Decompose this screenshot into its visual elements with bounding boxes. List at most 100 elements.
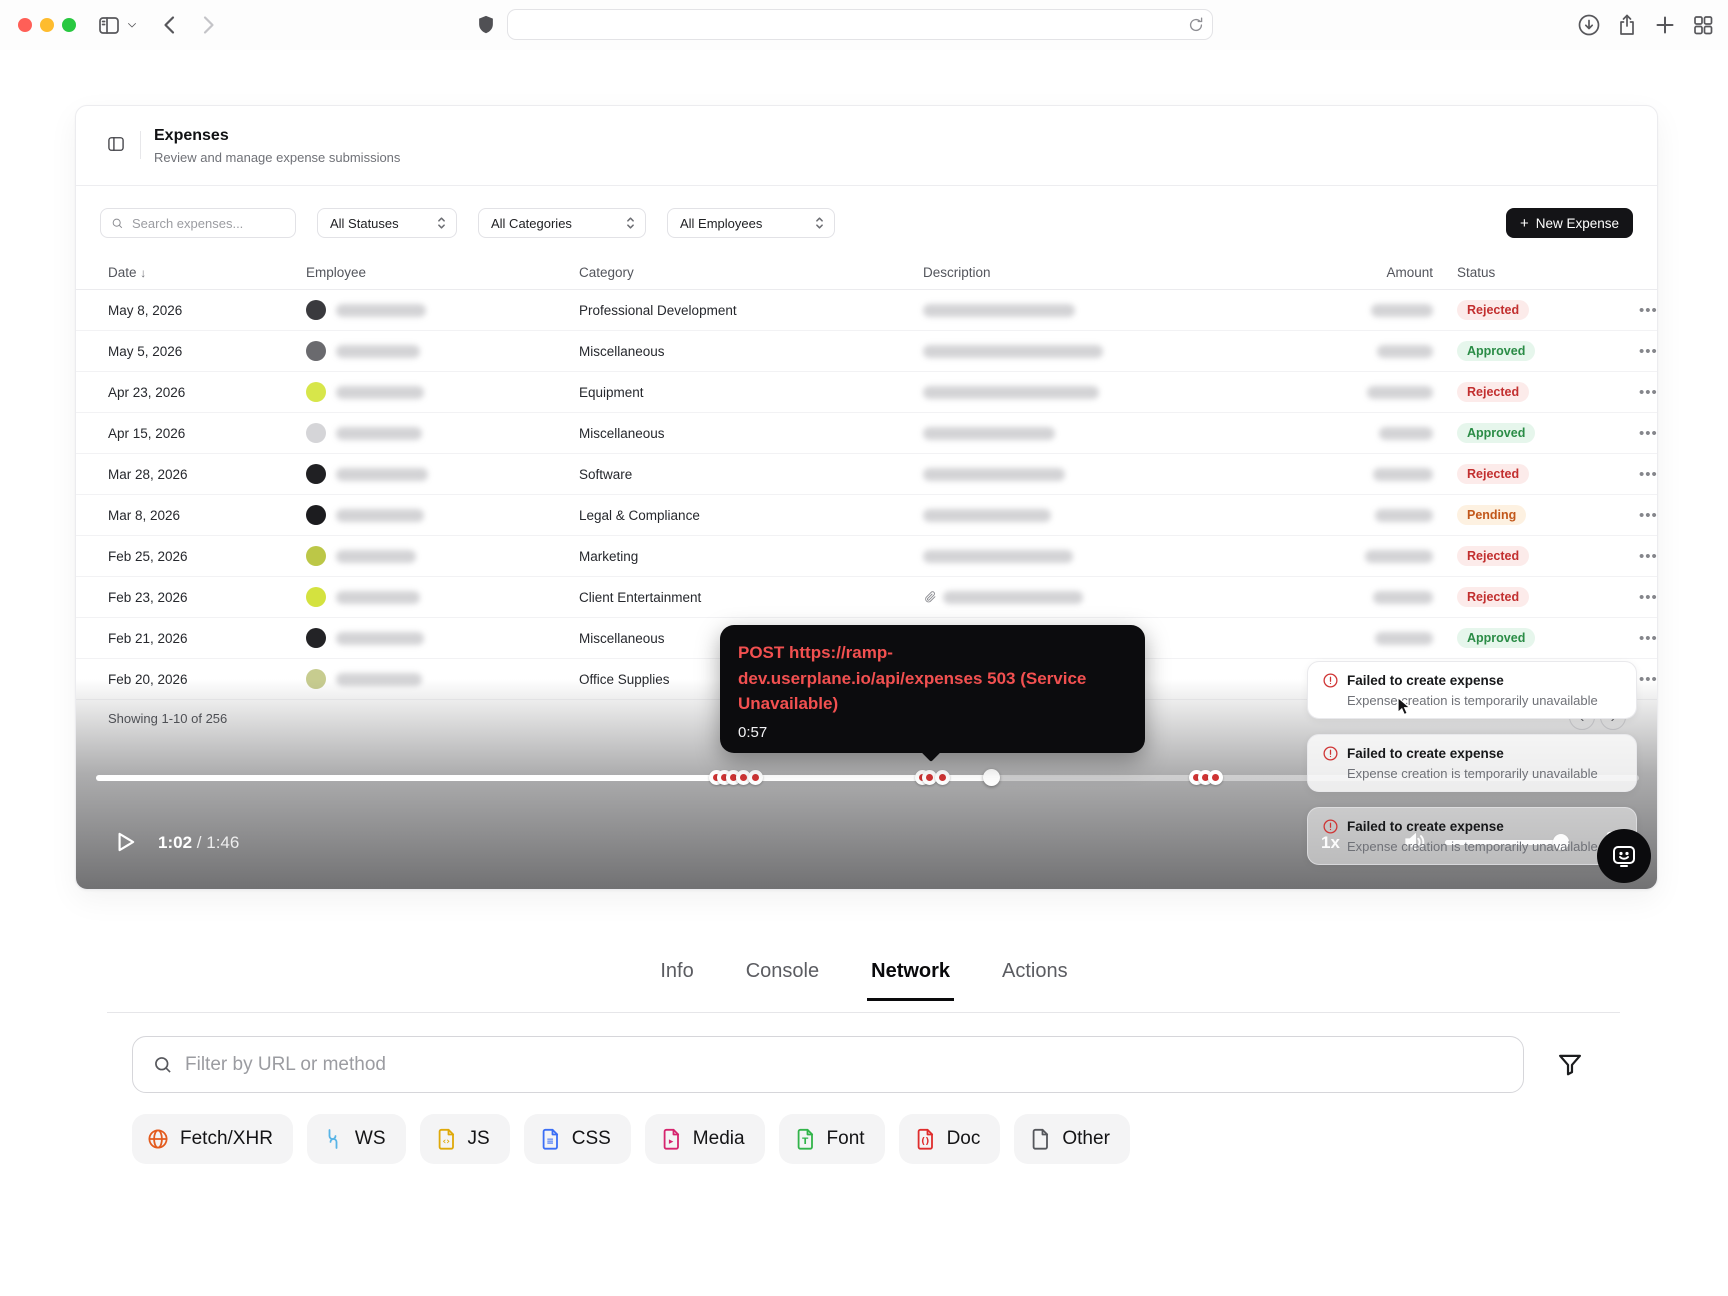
redacted-description	[923, 550, 1073, 563]
employee-filter-select[interactable]: All Employees	[667, 208, 835, 238]
tab-overview-icon[interactable]	[1691, 13, 1715, 37]
panel-toggle-icon[interactable]	[106, 134, 126, 154]
redacted-amount	[1371, 304, 1433, 317]
chevron-down-icon[interactable]	[126, 18, 138, 30]
back-icon[interactable]	[158, 13, 182, 37]
resource-type-chip[interactable]: T Font	[779, 1114, 885, 1164]
cell-category: Client Entertainment	[579, 590, 923, 605]
table-row[interactable]: Apr 15, 2026 Miscellaneous	[76, 413, 1657, 454]
row-menu-button[interactable]: •••	[1639, 302, 1658, 319]
traffic-light-zoom[interactable]	[62, 18, 76, 32]
replay-brand-badge[interactable]	[1597, 829, 1651, 883]
toast-title: Failed to create expense	[1347, 746, 1504, 761]
header-divider	[140, 131, 141, 159]
sidebar-icon[interactable]	[97, 13, 121, 37]
error-event-marker[interactable]	[1208, 770, 1223, 785]
column-header-status[interactable]: Status	[1433, 265, 1639, 280]
page-title: Expenses	[154, 127, 229, 145]
row-menu-button[interactable]: •••	[1639, 548, 1658, 565]
redacted-description	[923, 509, 1051, 522]
category-filter-select[interactable]: All Categories	[478, 208, 646, 238]
column-header-category[interactable]: Category	[579, 265, 923, 280]
traffic-light-close[interactable]	[18, 18, 32, 32]
cell-category: Professional Development	[579, 303, 923, 318]
resource-type-chip[interactable]: ≡ CSS	[524, 1114, 631, 1164]
row-menu-button[interactable]: •••	[1639, 466, 1658, 483]
playhead-handle[interactable]	[983, 769, 1000, 786]
row-menu-button[interactable]: •••	[1639, 425, 1658, 442]
row-menu-button[interactable]: •••	[1639, 630, 1658, 647]
table-row[interactable]: Apr 23, 2026 Equipment	[76, 372, 1657, 413]
redacted-amount	[1375, 632, 1433, 645]
file-icon: ()	[913, 1127, 937, 1151]
alert-circle-icon	[1322, 745, 1339, 762]
refresh-icon[interactable]	[1186, 15, 1206, 35]
expense-search-input[interactable]	[132, 216, 272, 231]
cell-date: Mar 28, 2026	[108, 467, 306, 482]
row-menu-button[interactable]: •••	[1639, 343, 1658, 360]
status-badge: Approved	[1457, 628, 1535, 648]
row-menu-button[interactable]: •••	[1639, 507, 1658, 524]
download-icon[interactable]	[1577, 13, 1601, 37]
forward-icon[interactable]	[196, 13, 220, 37]
table-row[interactable]: Mar 28, 2026 Software	[76, 454, 1657, 495]
redacted-employee-name	[336, 345, 420, 358]
resource-type-chip[interactable]: () Doc	[899, 1114, 1001, 1164]
table-row[interactable]: May 8, 2026 Professional Development	[76, 290, 1657, 331]
filter-funnel-icon[interactable]	[1556, 1050, 1584, 1078]
chip-label: WS	[355, 1128, 386, 1150]
chip-label: Font	[827, 1128, 865, 1150]
toast-message: Expense creation is temporarily unavaila…	[1347, 766, 1622, 781]
resource-type-chip[interactable]: ‹› JS	[420, 1114, 510, 1164]
error-event-marker[interactable]	[748, 770, 763, 785]
table-row[interactable]: May 5, 2026 Miscellaneous	[76, 331, 1657, 372]
table-row[interactable]: Feb 23, 2026 Client Entertainment	[76, 577, 1657, 618]
privacy-shield-icon[interactable]	[475, 13, 497, 37]
resource-type-chip[interactable]: Other	[1014, 1114, 1130, 1164]
cell-employee	[306, 341, 579, 361]
table-row[interactable]: Feb 25, 2026 Marketing	[76, 536, 1657, 577]
cell-date: Feb 21, 2026	[108, 631, 306, 646]
file-icon: ▸	[659, 1127, 683, 1151]
resource-type-chip[interactable]: WS	[307, 1114, 406, 1164]
address-bar[interactable]	[507, 9, 1213, 40]
play-button[interactable]	[112, 829, 138, 855]
traffic-light-minimize[interactable]	[40, 18, 54, 32]
column-header-amount[interactable]: Amount	[1268, 265, 1433, 280]
column-header-description[interactable]: Description	[923, 265, 1268, 280]
select-chevrons-icon	[815, 216, 824, 230]
address-input[interactable]	[508, 10, 1212, 39]
toast-title: Failed to create expense	[1347, 673, 1504, 688]
resource-type-chip[interactable]: ▸ Media	[645, 1114, 765, 1164]
svg-text:▸: ▸	[669, 1137, 674, 1147]
cell-status: Rejected	[1433, 300, 1639, 320]
redacted-amount	[1365, 550, 1433, 563]
employee-filter-value: All Employees	[680, 216, 762, 231]
new-tab-icon[interactable]	[1653, 13, 1677, 37]
share-icon[interactable]	[1615, 13, 1639, 37]
network-filter-bar[interactable]	[132, 1036, 1524, 1093]
status-filter-select[interactable]: All Statuses	[317, 208, 457, 238]
network-filter-input[interactable]	[185, 1054, 1505, 1076]
panel-tab[interactable]: Info	[656, 952, 697, 1001]
table-row[interactable]: Mar 8, 2026 Legal & Compliance	[76, 495, 1657, 536]
redacted-employee-name	[336, 386, 424, 399]
resource-type-chip[interactable]: Fetch/XHR	[132, 1114, 293, 1164]
column-header-employee[interactable]: Employee	[306, 265, 579, 280]
row-menu-button[interactable]: •••	[1639, 589, 1658, 606]
row-menu-button[interactable]: •••	[1639, 384, 1658, 401]
panel-tab[interactable]: Actions	[998, 952, 1072, 1001]
panel-tab[interactable]: Network	[867, 952, 954, 1001]
expense-search[interactable]	[100, 208, 296, 238]
panel-tab[interactable]: Console	[742, 952, 823, 1001]
new-expense-button[interactable]: + New Expense	[1506, 208, 1633, 238]
page-subtitle: Review and manage expense submissions	[154, 150, 400, 165]
cell-date: May 5, 2026	[108, 344, 306, 359]
avatar	[306, 505, 326, 525]
error-event-marker[interactable]	[935, 770, 950, 785]
chip-label: JS	[468, 1128, 490, 1150]
redacted-employee-name	[336, 509, 424, 522]
cell-date: Feb 25, 2026	[108, 549, 306, 564]
table-header-row: Date ↓ Employee Category Description Amo…	[76, 256, 1657, 290]
column-header-date[interactable]: Date ↓	[108, 265, 306, 280]
